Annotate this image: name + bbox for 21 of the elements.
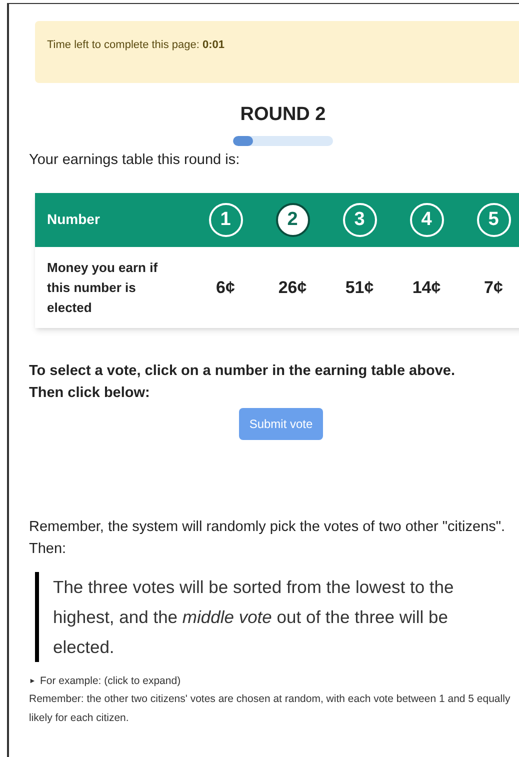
quote-text: The three votes will be sorted from the lowest to the highest, and the middle vote out of the three will be elected. <box>53 577 454 658</box>
note-text: Remember: the other two citizens' votes are chosen at random, with each vote between 1 and 5 equally likely for each citizen. <box>29 692 512 726</box>
number-option[interactable]: 2 <box>276 203 310 238</box>
earning-value: 14¢ <box>412 277 441 299</box>
submit-button[interactable]: Submit vote <box>239 408 323 440</box>
earning-value: 51¢ <box>345 277 374 299</box>
earning-value: 6¢ <box>216 277 235 299</box>
row-label: Money you earn if this number is elected <box>47 258 159 317</box>
number-option[interactable]: 3 <box>342 203 376 238</box>
earning-value: 7¢ <box>484 277 503 299</box>
round-title: ROUND 2 <box>240 103 326 127</box>
timer-text: Time left to complete this page: 0:01 <box>47 39 225 51</box>
number-option[interactable]: 1 <box>208 203 242 238</box>
instruction-text: To select a vote, click on a number in the earning table above. <box>29 362 455 382</box>
number-option[interactable]: 4 <box>410 203 444 238</box>
intro-text: Your earnings table this round is: <box>29 150 241 170</box>
earning-value: 26¢ <box>278 277 307 299</box>
header-label: Number <box>47 211 100 228</box>
instruction-text: Then click below: <box>29 384 150 404</box>
reminder-text: Remember, the system will randomly pick the votes of two other "citizens". Then: <box>29 518 506 560</box>
number-option[interactable]: 5 <box>476 203 510 238</box>
